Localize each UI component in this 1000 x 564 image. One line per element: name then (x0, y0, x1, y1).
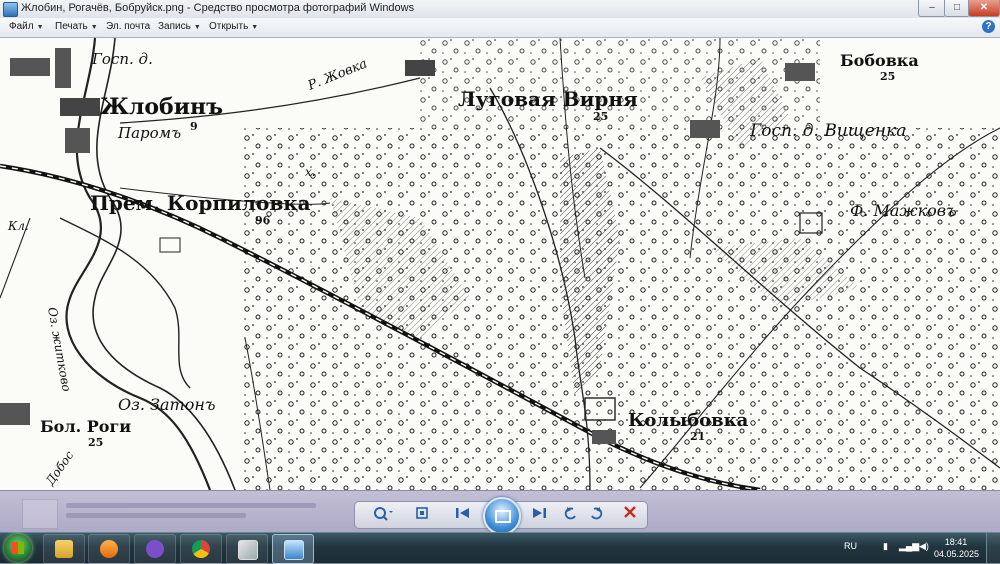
maximize-button[interactable]: □ (944, 0, 970, 17)
photo-viewer-icon (284, 540, 304, 560)
map-label-lugovaya-num: 25 (593, 110, 608, 123)
map-label-gosp-vishchenka: Госп. д. Вищенка (749, 121, 906, 141)
help-icon[interactable]: ? (982, 20, 995, 33)
battery-icon[interactable]: ▮ (883, 541, 888, 552)
fit-window-icon[interactable] (411, 505, 433, 525)
start-button[interactable] (4, 534, 32, 562)
map-label-bobovka-num: 25 (880, 70, 895, 83)
menu-email[interactable]: Эл. почта (106, 21, 150, 32)
taskbar: RU ▮ ▂▄▆ ◀) 18:41 04.05.2025 (0, 532, 1000, 564)
rotate-right-icon[interactable] (585, 505, 607, 525)
map-label-f-mazhkov: Ф. Мажковъ (850, 201, 957, 220)
map-label-oz-zaton: Оз. Затонъ (118, 395, 216, 414)
close-button[interactable]: ✕ (968, 0, 1000, 17)
map-image: Госп. д. Жлобинъ Паромъ 9 Р. Жовка Лугов… (0, 38, 1000, 490)
map-label-korpilovka-num: 96 (255, 214, 271, 227)
next-icon[interactable] (527, 505, 551, 525)
title-bar: Жлобин, Рогачёв, Бобруйск.png - Средство… (0, 0, 1000, 19)
map-label-prem-korpilovka: Прем. Корпиловка (90, 191, 311, 215)
chevron-down-icon: ▼ (251, 24, 259, 31)
file-info-panel (22, 499, 342, 529)
image-view[interactable]: Госп. д. Жлобинъ Паромъ 9 Р. Жовка Лугов… (0, 38, 1000, 490)
map-label-parom: Паромъ (117, 124, 181, 142)
slideshow-button[interactable] (483, 497, 521, 535)
window-title: Жлобин, Рогачёв, Бобруйск.png - Средство… (21, 2, 415, 14)
slideshow-icon (495, 510, 511, 523)
paint-icon (238, 540, 258, 560)
delete-icon[interactable] (619, 505, 641, 525)
viber-icon (146, 540, 164, 558)
photo-viewer-app-icon (3, 2, 18, 17)
menu-burn[interactable]: Запись ▼ (158, 21, 201, 32)
volume-icon[interactable]: ◀) (919, 541, 929, 552)
menu-print[interactable]: Печать ▼ (55, 21, 98, 32)
windows-logo-icon (12, 542, 24, 554)
previous-icon[interactable] (451, 505, 475, 525)
map-label-bobovka: Бобовка (840, 51, 919, 70)
menu-bar: Файл ▼ Печать ▼ Эл. почта Запись ▼ Открыть ▼ (0, 18, 1000, 38)
chevron-down-icon: ▼ (90, 24, 98, 31)
map-label-x-mark: х. (305, 165, 316, 179)
clock-time: 18:41 (944, 537, 968, 547)
minimize-button[interactable]: – (918, 0, 946, 17)
media-player-icon (100, 540, 118, 558)
chrome-icon (192, 540, 210, 558)
explorer-icon (55, 540, 73, 558)
chevron-down-icon: ▼ (36, 24, 44, 31)
map-label-kolybovka-num: 21 (690, 430, 705, 443)
map-label-zhlobin: Жлобинъ (100, 94, 223, 120)
clock[interactable]: 18:41 04.05.2025 (934, 536, 980, 560)
rotate-left-icon[interactable] (560, 505, 582, 525)
map-label-bol-rogi-num: 25 (88, 436, 103, 449)
taskbar-paint[interactable] (226, 534, 268, 564)
map-label-lugovaya-virnya: Луговая Вирня (458, 87, 638, 111)
clock-date: 04.05.2025 (934, 549, 980, 559)
taskbar-viber[interactable] (134, 534, 176, 564)
map-label-parom-num: 9 (190, 120, 198, 133)
taskbar-chrome[interactable] (180, 534, 222, 564)
chevron-down-icon: ▼ (193, 24, 201, 31)
map-label-kolybovka: Колыбовка (628, 410, 749, 431)
menu-open[interactable]: Открыть ▼ (209, 21, 258, 32)
zoom-icon[interactable] (369, 505, 397, 525)
map-label-gosp: Госп. д. (91, 50, 153, 68)
signal-icon[interactable]: ▂▄▆ (899, 541, 919, 552)
taskbar-explorer[interactable] (43, 534, 85, 564)
taskbar-photo-viewer[interactable] (272, 534, 314, 564)
map-label-bol-rogi: Бол. Роги (40, 417, 131, 436)
show-desktop-button[interactable] (986, 533, 1000, 563)
language-indicator[interactable]: RU (844, 541, 857, 551)
image-thumbnail (22, 499, 58, 529)
menu-file[interactable]: Файл ▼ (9, 21, 44, 32)
map-label-kl: Кл. (7, 219, 29, 233)
taskbar-media-player[interactable] (88, 534, 130, 564)
